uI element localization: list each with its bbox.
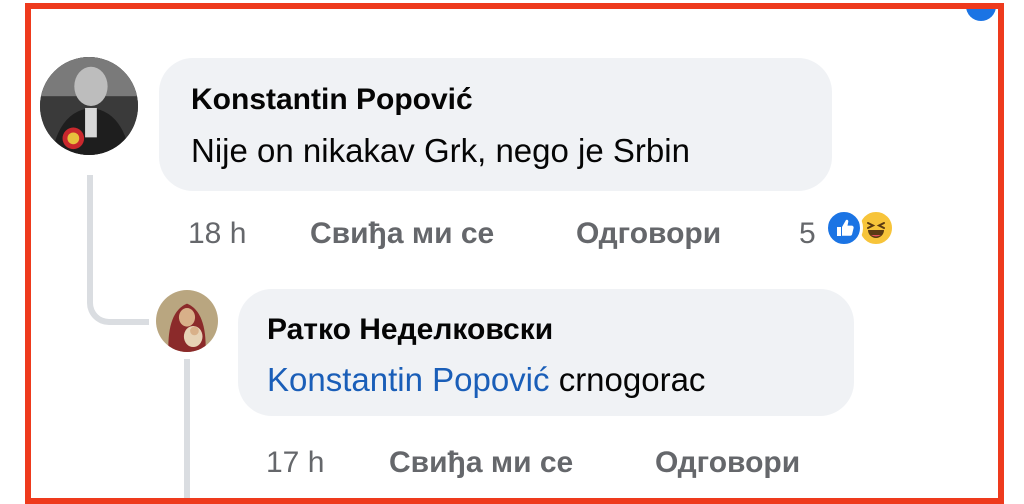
reply-like-button[interactable]: Свиђа ми се (389, 446, 573, 480)
reply-thread-line (184, 359, 190, 498)
avatar[interactable] (40, 57, 138, 155)
comment-text: Nije on nikakav Grk, nego je Srbin (191, 132, 690, 169)
reply-text: Konstantin Popović crnogorac (267, 361, 705, 399)
reply-text-body: crnogorac (558, 361, 706, 398)
reply-author[interactable]: Ратко Неделковски (267, 313, 553, 347)
reply-reply-button[interactable]: Одговори (655, 446, 800, 480)
avatar-image (156, 290, 218, 352)
thread-line (87, 175, 93, 275)
comment-bubble: Konstantin Popović Nije on nikakav Grk, … (159, 58, 832, 191)
reaction-icon-cutoff (966, 9, 996, 21)
like-button[interactable]: Свиђа ми се (310, 217, 494, 251)
like-icon[interactable] (825, 209, 863, 247)
avatar-image (40, 57, 138, 155)
reply-button[interactable]: Одговори (576, 217, 721, 251)
reply-time[interactable]: 17 h (266, 446, 324, 480)
highlight-frame: Konstantin Popović Nije on nikakav Grk, … (25, 3, 1004, 504)
reply-bubble: Ратко Неделковски Konstantin Popović crn… (238, 289, 854, 416)
mention-link[interactable]: Konstantin Popović (267, 361, 550, 398)
previous-actions-cutoff (191, 9, 249, 19)
reaction-count[interactable]: 5 (799, 217, 816, 251)
comment-author[interactable]: Konstantin Popović (191, 83, 473, 117)
comment-time[interactable]: 18 h (188, 217, 246, 251)
avatar[interactable] (156, 290, 218, 352)
thread-elbow (87, 271, 149, 325)
